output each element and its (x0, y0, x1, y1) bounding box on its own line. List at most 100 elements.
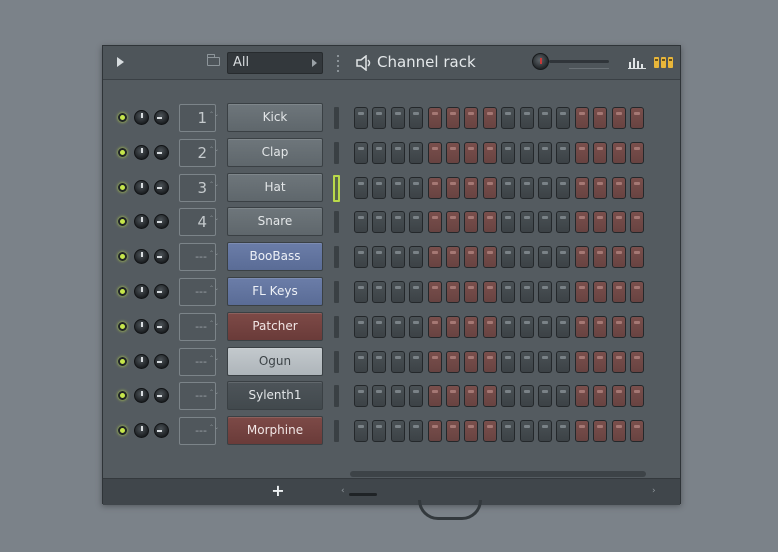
step-button[interactable] (409, 315, 424, 338)
step-button[interactable] (482, 385, 497, 408)
step-button[interactable] (446, 211, 460, 234)
step-button[interactable] (519, 315, 534, 338)
step-button[interactable] (630, 141, 644, 164)
channel-volume-knob[interactable] (134, 249, 149, 265)
step-button[interactable] (501, 281, 516, 303)
mixer-track-number[interactable]: 2 (179, 138, 216, 167)
step-button[interactable] (409, 246, 424, 269)
channel-name-button[interactable]: Morphine (227, 416, 323, 446)
step-button[interactable] (482, 420, 497, 443)
step-button[interactable] (372, 246, 387, 269)
step-button[interactable] (501, 211, 516, 234)
channel-select-indicator[interactable] (334, 350, 339, 373)
mixer-track-number[interactable]: --- (179, 278, 216, 306)
step-button[interactable] (611, 107, 626, 129)
channel-name-button[interactable]: FL Keys (227, 277, 323, 306)
mixer-track-number[interactable]: --- (179, 382, 216, 411)
step-button[interactable] (501, 176, 516, 199)
step-button[interactable] (354, 350, 368, 373)
step-button[interactable] (390, 281, 405, 303)
step-button[interactable] (538, 107, 552, 129)
channel-rack-titlebar[interactable]: All Channel rack (103, 46, 680, 80)
step-button[interactable] (464, 246, 479, 269)
step-button[interactable] (630, 315, 644, 338)
step-button[interactable] (482, 176, 497, 199)
step-button[interactable] (501, 246, 516, 269)
add-channel-button[interactable]: + (271, 481, 285, 501)
channel-select-indicator[interactable] (334, 420, 339, 443)
step-button[interactable] (482, 211, 497, 234)
step-button[interactable] (354, 420, 368, 443)
step-button[interactable] (556, 211, 571, 234)
channel-name-button[interactable]: Clap (227, 137, 323, 167)
step-button[interactable] (372, 107, 387, 129)
step-button[interactable] (464, 176, 479, 199)
channel-name-button[interactable]: BooBass (227, 242, 323, 272)
step-button[interactable] (464, 385, 479, 408)
step-button[interactable] (446, 176, 460, 199)
step-button[interactable] (464, 315, 479, 338)
step-button[interactable] (409, 420, 424, 443)
step-button[interactable] (593, 315, 608, 338)
step-button[interactable] (538, 176, 552, 199)
step-button[interactable] (519, 211, 534, 234)
step-button[interactable] (593, 420, 608, 443)
step-button[interactable] (574, 211, 589, 234)
step-button[interactable] (372, 420, 387, 443)
step-button[interactable] (427, 246, 442, 269)
step-button[interactable] (611, 385, 626, 408)
step-button[interactable] (427, 420, 442, 443)
step-button[interactable] (390, 246, 405, 269)
channel-mute-led[interactable] (118, 147, 127, 157)
step-button[interactable] (372, 176, 387, 199)
step-button[interactable] (409, 211, 424, 234)
channel-name-button[interactable]: Kick (227, 103, 323, 132)
step-button[interactable] (593, 107, 608, 129)
step-button[interactable] (354, 315, 368, 338)
channel-mute-led[interactable] (118, 217, 127, 227)
mixer-track-number[interactable]: 4 (179, 208, 216, 237)
step-button[interactable] (354, 176, 368, 199)
channel-select-indicator[interactable] (334, 246, 339, 269)
step-button[interactable] (630, 350, 644, 373)
step-button[interactable] (390, 385, 405, 408)
step-button[interactable] (372, 211, 387, 234)
mixer-track-number[interactable]: --- (179, 347, 216, 376)
step-button[interactable] (464, 141, 479, 164)
step-button[interactable] (630, 211, 644, 234)
step-button[interactable] (630, 246, 644, 269)
step-button[interactable] (427, 176, 442, 199)
step-button[interactable] (611, 246, 626, 269)
step-button[interactable] (372, 315, 387, 338)
step-button[interactable] (519, 281, 534, 303)
channel-mute-led[interactable] (118, 113, 127, 122)
step-button[interactable] (501, 107, 516, 129)
step-button[interactable] (556, 385, 571, 408)
step-button[interactable] (446, 385, 460, 408)
step-button[interactable] (574, 385, 589, 408)
swing-slider[interactable] (549, 60, 609, 63)
step-button[interactable] (611, 350, 626, 373)
channel-pan-knob[interactable] (154, 423, 169, 439)
step-button[interactable] (409, 176, 424, 199)
step-button[interactable] (538, 281, 552, 303)
channel-pan-knob[interactable] (154, 144, 169, 160)
channel-name-button[interactable]: Snare (227, 207, 323, 237)
step-button[interactable] (372, 141, 387, 164)
step-button[interactable] (354, 246, 368, 269)
step-button[interactable] (354, 385, 368, 408)
step-button[interactable] (519, 176, 534, 199)
step-button[interactable] (538, 141, 552, 164)
step-button[interactable] (574, 141, 589, 164)
step-button[interactable] (593, 350, 608, 373)
scroll-right-icon[interactable]: › (652, 487, 656, 496)
step-button[interactable] (574, 107, 589, 129)
channel-mute-led[interactable] (118, 287, 127, 296)
channel-select-indicator[interactable] (334, 141, 339, 164)
step-button[interactable] (611, 141, 626, 164)
pattern-scroll-track[interactable] (350, 471, 646, 477)
step-button[interactable] (354, 211, 368, 234)
step-button[interactable] (390, 107, 405, 129)
step-button[interactable] (354, 107, 368, 129)
step-button[interactable] (482, 141, 497, 164)
